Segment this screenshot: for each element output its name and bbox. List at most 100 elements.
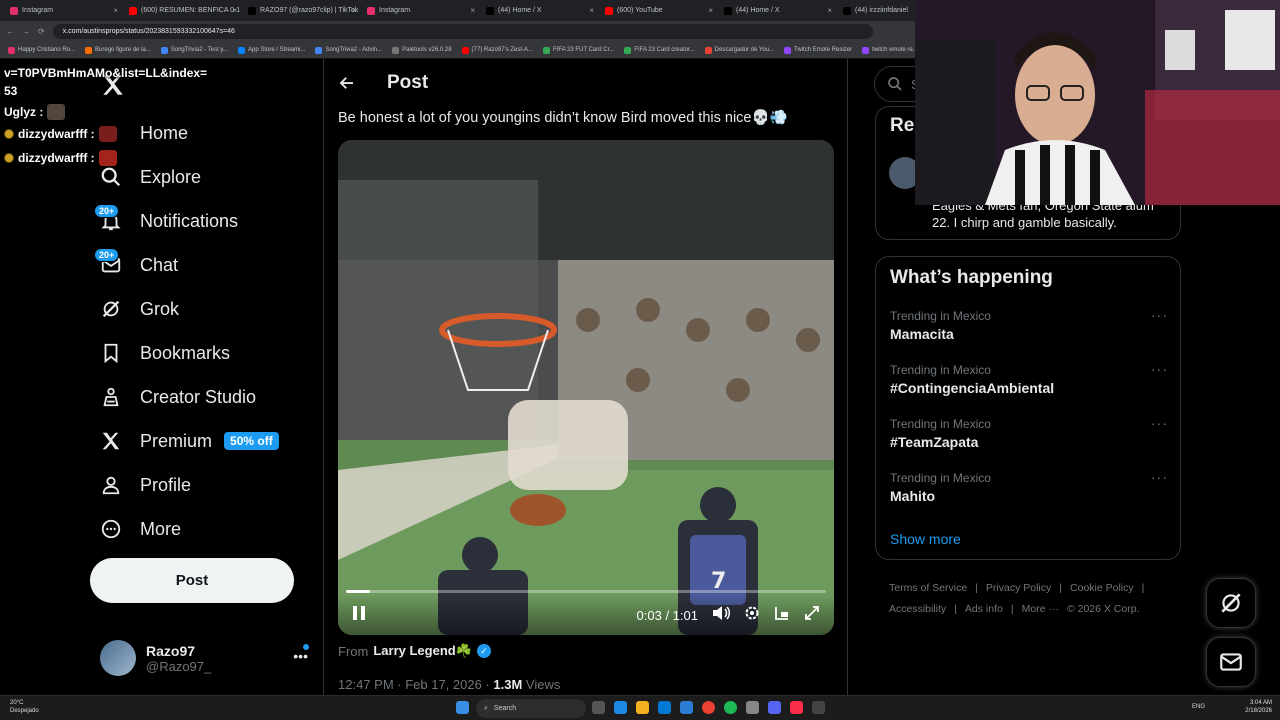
browser-tab[interactable]: (600) YouTube ×: [599, 0, 718, 21]
store-icon[interactable]: [658, 701, 671, 714]
mail-app-icon[interactable]: [680, 701, 693, 714]
more-horizontal-icon[interactable]: •••: [293, 648, 308, 664]
tab-close-icon[interactable]: ×: [827, 6, 832, 15]
language-indicator[interactable]: ENG: [1192, 704, 1205, 710]
tab-close-icon[interactable]: ×: [708, 6, 713, 15]
bookmark-item[interactable]: FIFA 23 FUT Card Cr...: [543, 46, 614, 54]
more-horizontal-icon[interactable]: ···: [1151, 469, 1168, 485]
tab-close-icon[interactable]: ×: [232, 6, 237, 15]
app-icon[interactable]: [746, 701, 759, 714]
file-explorer-icon[interactable]: [636, 701, 649, 714]
source-user-link[interactable]: Larry Legend☘️: [373, 643, 472, 659]
footer-link[interactable]: Ads info: [965, 603, 1003, 615]
system-clock[interactable]: 3:04 AM 2/18/2026: [1245, 699, 1272, 715]
grok-fab-button[interactable]: [1206, 578, 1256, 628]
clock-date: 2/18/2026: [1245, 708, 1272, 714]
taskbar-search[interactable]: ⌕ Search: [476, 699, 586, 718]
tab-close-icon[interactable]: ×: [470, 6, 475, 15]
nav-home[interactable]: Home: [100, 118, 188, 148]
footer-separator: |: [954, 603, 957, 615]
search-icon: [888, 77, 902, 91]
discord-icon[interactable]: [768, 701, 781, 714]
bookmark-item[interactable]: Happy Cristiano Ro...: [8, 46, 75, 54]
volume-icon[interactable]: [712, 605, 730, 626]
tab-close-icon[interactable]: ×: [351, 6, 356, 15]
browser-tab[interactable]: RAZO97 (@razo97clip) | TikTok ×: [242, 0, 361, 21]
browser-tab[interactable]: (44) Home / X ×: [480, 0, 599, 21]
settings-gear-icon[interactable]: [744, 605, 760, 626]
footer-link[interactable]: Cookie Policy: [1070, 582, 1134, 594]
trend-item[interactable]: Trending in Mexico #ContingenciaAmbienta…: [890, 361, 1170, 396]
nav-explore[interactable]: Explore: [100, 162, 201, 192]
post-timestamp[interactable]: 12:47 PM · Feb 17, 2026 ·: [338, 677, 493, 692]
account-switcher[interactable]: Razo97 @Razo97_ •••: [100, 638, 314, 678]
views-count: 1.3M: [493, 677, 523, 692]
footer-more-link[interactable]: More ···: [1022, 603, 1059, 615]
bookmark-item[interactable]: Burego figure de la...: [85, 46, 151, 54]
trend-item[interactable]: Trending in Mexico #TeamZapata ···: [890, 415, 1170, 450]
task-view-icon[interactable]: [592, 701, 605, 714]
post-button[interactable]: Post: [90, 558, 294, 603]
more-horizontal-icon[interactable]: ···: [1151, 361, 1168, 377]
chrome-icon[interactable]: [702, 701, 715, 714]
show-more-link[interactable]: Show more: [890, 531, 961, 547]
more-horizontal-icon[interactable]: ···: [1151, 307, 1168, 323]
bookmark-item[interactable]: Descargador de You...: [704, 46, 774, 54]
url-field[interactable]: x.com/austinsprops/status/20238315933321…: [52, 24, 873, 39]
tab-favicon-icon: [605, 6, 613, 15]
trend-item[interactable]: Trending in Mexico Mahito ···: [890, 469, 1170, 504]
nav-creator-studio[interactable]: Creator Studio: [100, 382, 256, 412]
nav-chat[interactable]: 20+ Chat: [94, 248, 178, 280]
fullscreen-icon[interactable]: [804, 605, 820, 626]
browser-tab[interactable]: Instagram ×: [361, 0, 480, 21]
nav-bookmarks[interactable]: Bookmarks: [100, 338, 230, 368]
messages-fab-button[interactable]: [1206, 637, 1256, 687]
stream-overlay-url: v=T0PVBmHmAMo&list=LL&index= 53: [4, 64, 207, 100]
nav-premium[interactable]: Premium 50% off: [100, 426, 279, 456]
chat-emote-icon: [47, 104, 66, 120]
nav-grok[interactable]: Grok: [100, 294, 179, 324]
pause-icon[interactable]: [352, 605, 366, 626]
nav-more[interactable]: More: [100, 514, 181, 544]
whats-happening-card: What’s happening Trending in Mexico Mama…: [875, 256, 1181, 560]
bookmark-item[interactable]: SongTrivia2 - Test y...: [160, 46, 228, 54]
bookmark-item[interactable]: twitch emote re...: [862, 46, 918, 54]
footer-link[interactable]: Privacy Policy: [986, 582, 1051, 594]
weather-widget[interactable]: 20°C Despejado: [10, 699, 39, 715]
obs-icon[interactable]: [812, 701, 825, 714]
back-arrow-icon[interactable]: [338, 74, 356, 97]
bookmark-label: SongTrivia2 - Advin...: [325, 47, 383, 53]
forward-nav-icon[interactable]: →: [22, 27, 30, 36]
nav-notifications[interactable]: 20+ Notifications: [94, 204, 238, 236]
bookmark-item[interactable]: (77) Razo97's Zest-A...: [461, 46, 533, 54]
creator-icon: [103, 387, 119, 407]
tab-close-icon[interactable]: ×: [589, 6, 594, 15]
pip-icon[interactable]: [774, 605, 790, 626]
footer-link[interactable]: Terms of Service: [889, 582, 967, 594]
nav-label: Explore: [140, 166, 202, 187]
from-label: From: [338, 643, 369, 659]
browser-tab[interactable]: Instagram ×: [4, 0, 123, 21]
tab-close-icon[interactable]: ×: [113, 6, 118, 15]
bookmark-item[interactable]: SongTrivia2 - Advin...: [315, 46, 383, 54]
back-nav-icon[interactable]: ←: [6, 27, 14, 36]
bookmark-item[interactable]: Paletools v26.0.28: [392, 46, 452, 54]
video-progress-bar[interactable]: [346, 590, 826, 593]
footer-link[interactable]: Accessibility: [889, 603, 946, 615]
spotify-icon[interactable]: [724, 701, 737, 714]
reload-icon[interactable]: ⟳: [38, 27, 45, 36]
browser-tab[interactable]: (600) RESUMEN: BENFICA 0-1 REAL×: [123, 0, 242, 21]
trend-item[interactable]: Trending in Mexico Mamacita ···: [890, 307, 1170, 342]
start-icon[interactable]: [456, 701, 469, 714]
page-title: Post: [387, 72, 429, 93]
nav-profile[interactable]: Profile: [100, 470, 191, 500]
nav-label: Creator Studio: [140, 386, 257, 407]
more-horizontal-icon[interactable]: ···: [1151, 415, 1168, 431]
bookmark-item[interactable]: Twitch Emote Resizer: [784, 46, 852, 54]
music-icon[interactable]: [790, 701, 803, 714]
video-player[interactable]: 7 0:03 / 1:01: [338, 140, 834, 635]
bookmark-item[interactable]: App Store / Streami...: [237, 46, 305, 54]
browser-tab[interactable]: (44) Home / X ×: [718, 0, 837, 21]
bookmark-item[interactable]: FIFA 23 Card creator...: [624, 46, 695, 54]
edge-icon[interactable]: [614, 701, 627, 714]
